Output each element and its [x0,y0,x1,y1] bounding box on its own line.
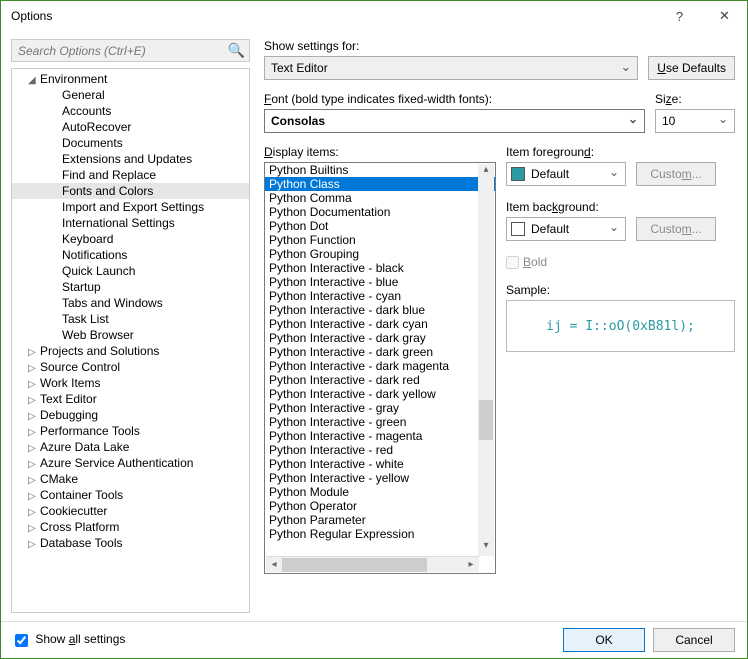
tree-node[interactable]: ▷Source Control [12,359,249,375]
tree-node[interactable]: Documents [12,135,249,151]
tree-node[interactable]: ▷Container Tools [12,487,249,503]
show-all-settings-checkbox[interactable]: Show all settings [15,632,125,646]
search-icon: 🔍 [228,42,245,59]
font-combo[interactable]: Consolas [264,109,645,133]
display-item[interactable]: Python Interactive - cyan [265,289,495,303]
tree-node[interactable]: ▷Cross Platform [12,519,249,535]
category-tree[interactable]: ◢EnvironmentGeneralAccountsAutoRecoverDo… [11,68,250,613]
display-item[interactable]: Python Regular Expression [265,527,495,541]
font-label: Font (bold type indicates fixed-width fo… [264,92,645,106]
display-items-list[interactable]: Python BuiltinsPython ClassPython CommaP… [264,162,496,574]
item-background-label: Item background: [506,200,735,214]
tree-node[interactable]: Web Browser [12,327,249,343]
display-item[interactable]: Python Interactive - dark red [265,373,495,387]
tree-node[interactable]: ▷Cookiecutter [12,503,249,519]
display-item[interactable]: Python Grouping [265,247,495,261]
display-item[interactable]: Python Module [265,485,495,499]
show-settings-combo[interactable]: Text Editor [264,56,638,80]
sample-box: ij = I::oO(0xB81l); [506,300,735,352]
display-item[interactable]: Python Interactive - dark magenta [265,359,495,373]
display-items-label: Display items: [264,145,496,159]
tree-node[interactable]: Fonts and Colors [12,183,249,199]
use-defaults-button[interactable]: Use Defaults [648,56,735,80]
display-item[interactable]: Python Interactive - blue [265,275,495,289]
tree-node[interactable]: General [12,87,249,103]
display-item[interactable]: Python Interactive - magenta [265,429,495,443]
tree-node[interactable]: AutoRecover [12,119,249,135]
display-item[interactable]: Python Interactive - red [265,443,495,457]
display-item[interactable]: Python Interactive - gray [265,401,495,415]
tree-node[interactable]: Import and Export Settings [12,199,249,215]
sample-label: Sample: [506,283,735,297]
tree-node[interactable]: Task List [12,311,249,327]
help-button[interactable]: ? [657,1,702,31]
tree-node[interactable]: International Settings [12,215,249,231]
display-item[interactable]: Python Comma [265,191,495,205]
tree-node[interactable]: ▷Projects and Solutions [12,343,249,359]
tree-node[interactable]: ▷Work Items [12,375,249,391]
show-settings-label: Show settings for: [264,39,735,53]
tree-node[interactable]: ▷Azure Data Lake [12,439,249,455]
search-input[interactable] [11,39,250,62]
custom-fg-button[interactable]: Custom... [636,162,716,186]
display-item[interactable]: Python Function [265,233,495,247]
tree-node[interactable]: ▷Azure Service Authentication [12,455,249,471]
cancel-button[interactable]: Cancel [653,628,735,652]
tree-node[interactable]: ▷CMake [12,471,249,487]
tree-node[interactable]: Quick Launch [12,263,249,279]
item-background-combo[interactable]: Default [506,217,626,241]
titlebar: Options ? ✕ [1,1,747,31]
size-label: Size: [655,92,735,106]
display-item[interactable]: Python Interactive - dark gray [265,331,495,345]
ok-button[interactable]: OK [563,628,645,652]
display-item[interactable]: Python Class [265,177,495,191]
tree-node[interactable]: Tabs and Windows [12,295,249,311]
display-item[interactable]: Python Interactive - white [265,457,495,471]
display-item[interactable]: Python Interactive - dark green [265,345,495,359]
display-item[interactable]: Python Interactive - green [265,415,495,429]
display-item[interactable]: Python Operator [265,499,495,513]
item-foreground-label: Item foreground: [506,145,735,159]
close-button[interactable]: ✕ [702,1,747,31]
bg-swatch-icon [511,222,525,236]
display-item[interactable]: Python Dot [265,219,495,233]
tree-node[interactable]: ▷Debugging [12,407,249,423]
tree-node[interactable]: Accounts [12,103,249,119]
fg-swatch-icon [511,167,525,181]
tree-node[interactable]: ▷Text Editor [12,391,249,407]
custom-bg-button[interactable]: Custom... [636,217,716,241]
display-item[interactable]: Python Interactive - dark blue [265,303,495,317]
display-item[interactable]: Python Builtins [265,163,495,177]
size-combo[interactable]: 10 [655,109,735,133]
tree-node[interactable]: Find and Replace [12,167,249,183]
bold-checkbox[interactable]: Bold [506,255,735,269]
display-item[interactable]: Python Documentation [265,205,495,219]
item-foreground-combo[interactable]: Default [506,162,626,186]
horizontal-scrollbar[interactable]: ◂▸ [266,556,479,572]
vertical-scrollbar[interactable]: ▴ ▾ [478,164,494,556]
display-item[interactable]: Python Parameter [265,513,495,527]
tree-node[interactable]: Extensions and Updates [12,151,249,167]
display-item[interactable]: Python Interactive - dark yellow [265,387,495,401]
tree-node[interactable]: ▷Database Tools [12,535,249,551]
tree-node[interactable]: Startup [12,279,249,295]
tree-node[interactable]: ▷Performance Tools [12,423,249,439]
display-item[interactable]: Python Interactive - black [265,261,495,275]
tree-node[interactable]: Keyboard [12,231,249,247]
window-title: Options [11,9,657,23]
tree-node[interactable]: ◢Environment [12,71,249,87]
display-item[interactable]: Python Interactive - yellow [265,471,495,485]
tree-node[interactable]: Notifications [12,247,249,263]
display-item[interactable]: Python Interactive - dark cyan [265,317,495,331]
